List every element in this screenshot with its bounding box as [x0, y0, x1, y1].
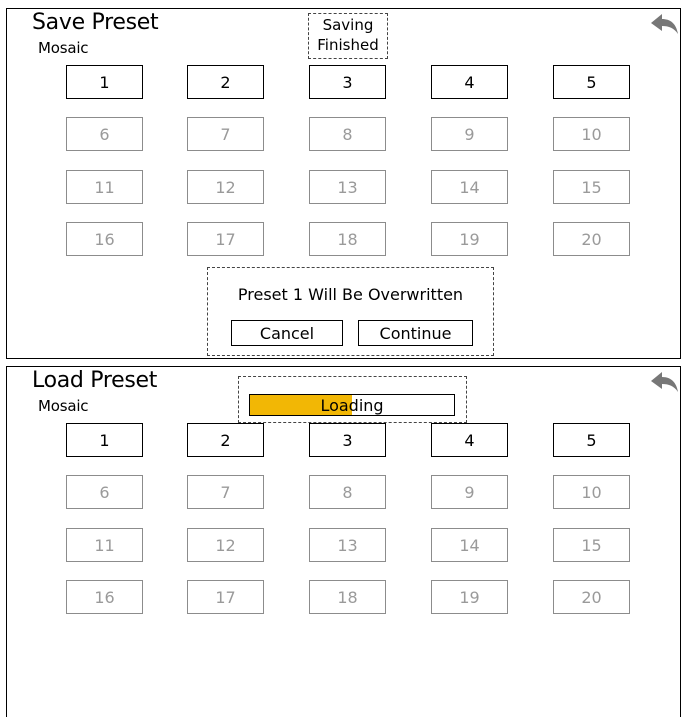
- preset-button-14[interactable]: 14: [431, 528, 508, 562]
- preset-button-18[interactable]: 18: [309, 580, 386, 614]
- preset-button-17[interactable]: 17: [187, 222, 264, 256]
- preset-button-11[interactable]: 11: [66, 170, 143, 204]
- preset-button-10[interactable]: 10: [553, 117, 630, 151]
- preset-button-7[interactable]: 7: [187, 117, 264, 151]
- preset-button-19[interactable]: 19: [431, 580, 508, 614]
- save-preset-panel: Save Preset Mosaic Saving Finished Prese…: [6, 8, 681, 359]
- preset-button-12[interactable]: 12: [187, 528, 264, 562]
- preset-button-9[interactable]: 9: [431, 475, 508, 509]
- preset-button-17[interactable]: 17: [187, 580, 264, 614]
- preset-button-1[interactable]: 1: [66, 65, 143, 99]
- overwrite-dialog: Preset 1 Will Be Overwritten Cancel Cont…: [207, 267, 494, 356]
- save-preset-subtitle: Mosaic: [38, 39, 89, 57]
- loading-status-box: Loading: [238, 376, 467, 423]
- preset-button-11[interactable]: 11: [66, 528, 143, 562]
- preset-button-3[interactable]: 3: [309, 65, 386, 99]
- preset-button-20[interactable]: 20: [553, 222, 630, 256]
- load-preset-title: Load Preset: [32, 368, 158, 393]
- back-button[interactable]: [650, 370, 680, 396]
- preset-button-8[interactable]: 8: [309, 475, 386, 509]
- saving-status-box: Saving Finished: [308, 13, 388, 59]
- back-arrow-icon: [651, 14, 678, 34]
- saving-status-line1: Saving: [322, 16, 374, 34]
- preset-button-14[interactable]: 14: [431, 170, 508, 204]
- preset-button-12[interactable]: 12: [187, 170, 264, 204]
- loading-label: Loading: [320, 395, 384, 415]
- preset-button-18[interactable]: 18: [309, 222, 386, 256]
- preset-button-3[interactable]: 3: [309, 423, 386, 457]
- preset-button-8[interactable]: 8: [309, 117, 386, 151]
- preset-button-15[interactable]: 15: [553, 528, 630, 562]
- preset-button-16[interactable]: 16: [66, 580, 143, 614]
- preset-button-5[interactable]: 5: [553, 423, 630, 457]
- preset-button-1[interactable]: 1: [66, 423, 143, 457]
- preset-button-13[interactable]: 13: [309, 528, 386, 562]
- preset-button-16[interactable]: 16: [66, 222, 143, 256]
- preset-button-4[interactable]: 4: [431, 423, 508, 457]
- preset-button-5[interactable]: 5: [553, 65, 630, 99]
- preset-button-7[interactable]: 7: [187, 475, 264, 509]
- preset-button-15[interactable]: 15: [553, 170, 630, 204]
- preset-button-9[interactable]: 9: [431, 117, 508, 151]
- save-preset-title: Save Preset: [32, 10, 159, 35]
- cancel-button[interactable]: Cancel: [231, 320, 343, 346]
- saving-status-line2: Finished: [317, 36, 379, 54]
- preset-button-19[interactable]: 19: [431, 222, 508, 256]
- back-button[interactable]: [650, 12, 680, 38]
- preset-button-13[interactable]: 13: [309, 170, 386, 204]
- preset-button-6[interactable]: 6: [66, 475, 143, 509]
- preset-button-6[interactable]: 6: [66, 117, 143, 151]
- load-preset-subtitle: Mosaic: [38, 397, 89, 415]
- preset-button-4[interactable]: 4: [431, 65, 508, 99]
- loading-progress-bar: Loading: [249, 394, 455, 416]
- preset-button-2[interactable]: 2: [187, 423, 264, 457]
- back-arrow-icon: [651, 372, 678, 392]
- overwrite-message: Preset 1 Will Be Overwritten: [237, 285, 464, 304]
- preset-button-20[interactable]: 20: [553, 580, 630, 614]
- load-preset-panel: Load Preset Mosaic Loading 1 2 3 4 5 6 7 8 9 10 11…: [6, 366, 681, 717]
- preset-button-2[interactable]: 2: [187, 65, 264, 99]
- continue-button[interactable]: Continue: [358, 320, 473, 346]
- preset-button-10[interactable]: 10: [553, 475, 630, 509]
